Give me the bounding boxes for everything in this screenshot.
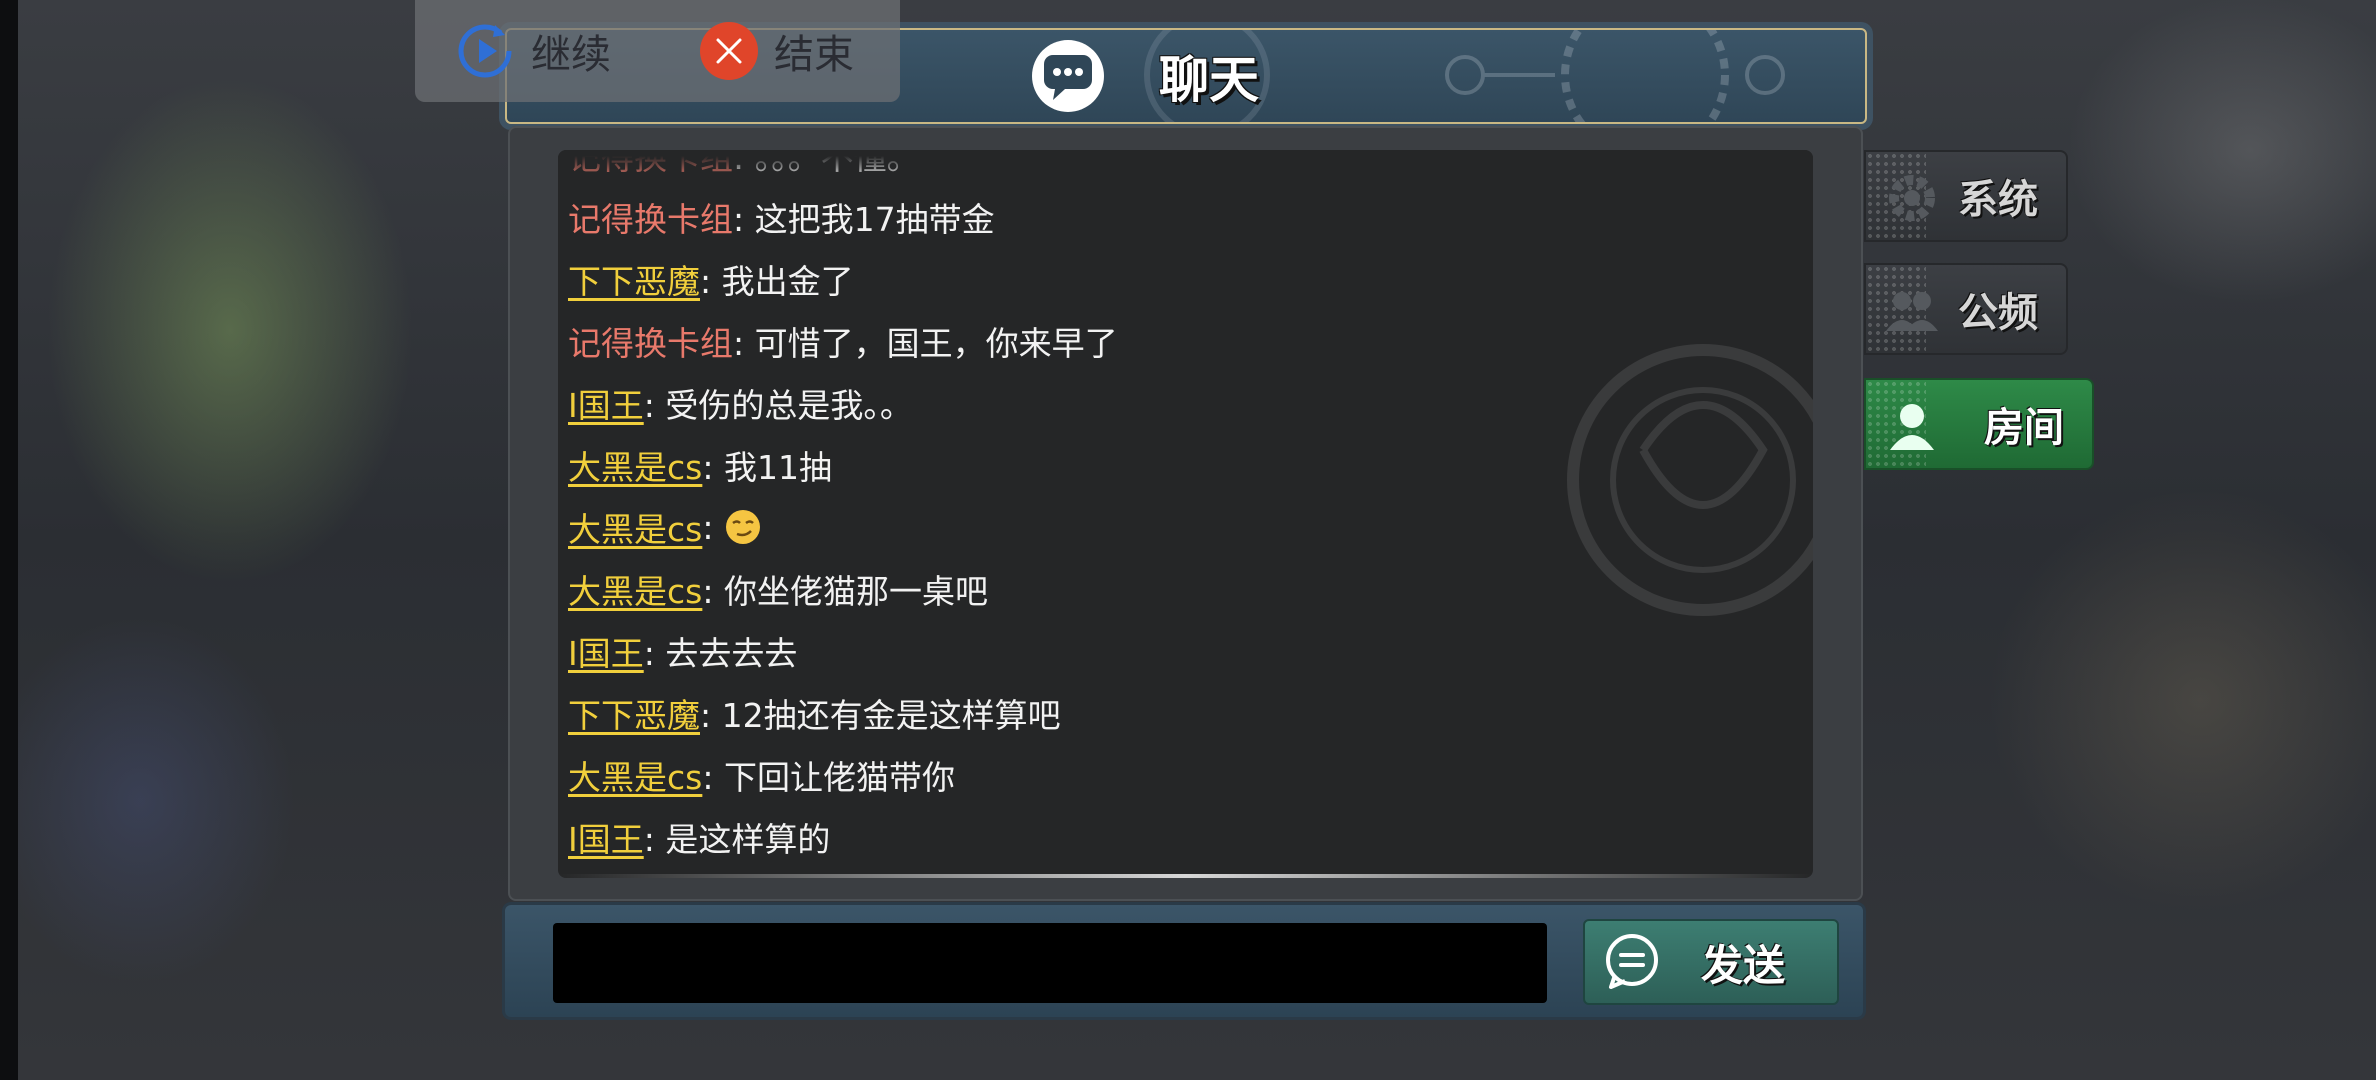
message-text: : 我11抽 [702, 448, 832, 487]
chat-message: 下下恶魔: 我出金了 [568, 248, 1768, 310]
chat-bubble-icon [1032, 40, 1104, 112]
chat-message: 大黑是cs: 你坐佬猫那一桌吧 [568, 558, 1768, 620]
message-text: : 是这样算的 [643, 820, 831, 859]
tab-system[interactable]: 系统 [1864, 150, 2068, 242]
message-text: : 去去去去 [643, 634, 798, 673]
sender-name[interactable]: 大黑是cs [568, 503, 702, 551]
sender-name[interactable]: 大黑是cs [568, 565, 702, 613]
chat-message: 大黑是cs: 下回让佬猫带你 [568, 744, 1768, 806]
replay-icon [458, 24, 512, 78]
sender-name: 记得换卡组 [568, 324, 733, 363]
message-text: : 你坐佬猫那一桌吧 [702, 572, 988, 611]
input-bar: 发送 [505, 905, 1863, 1017]
send-button[interactable]: 发送 [1583, 919, 1839, 1005]
gear-icon [1889, 175, 1935, 221]
chat-message: 大黑是cs: 我11抽 [568, 434, 1768, 496]
person-icon [1890, 404, 1934, 450]
message-text: : 下回让佬猫带你 [702, 758, 955, 797]
chat-message: 下下恶魔: 12抽还有金是这样算吧 [568, 682, 1768, 744]
end-label: 结束 [774, 32, 854, 78]
replay-control-bar: 继续 结束 [415, 0, 900, 102]
message-text: : 12抽还有金是这样算吧 [700, 696, 1061, 735]
continue-button[interactable]: 继续 [455, 18, 611, 84]
message-text: : [702, 507, 724, 547]
chat-message: 记得换卡组: 可惜了，国王，你来早了 [568, 310, 1768, 372]
sender-name[interactable]: 大黑是cs [568, 751, 702, 799]
speech-bubble-icon [1606, 934, 1658, 989]
header-ornament [1445, 30, 1785, 122]
sender-name[interactable]: I国王 [568, 813, 644, 861]
chat-panel: 记得换卡组: 。。。不懂。记得换卡组: 这把我17抽带金下下恶魔: 我出金了记得… [508, 126, 1863, 901]
smirk-emoji-icon [725, 510, 760, 544]
message-rows: 记得换卡组: 。。。不懂。记得换卡组: 这把我17抽带金下下恶魔: 我出金了记得… [568, 150, 1768, 868]
message-text: : 受伤的总是我。。 [643, 386, 913, 425]
bottom-divider [558, 874, 1813, 878]
tab-room-label: 房间 [1984, 405, 2064, 451]
continue-label: 继续 [531, 32, 611, 78]
page-title: 聊天 [1159, 51, 1259, 109]
sender-name[interactable]: 大黑是cs [568, 441, 702, 489]
group-icon [1886, 292, 1938, 331]
sender-name[interactable]: 下下恶魔 [568, 689, 700, 737]
chat-message: I国王: 去去去去 [568, 620, 1768, 682]
chat-message: I国王: 是这样算的 [568, 806, 1768, 868]
sender-name[interactable]: 下下恶魔 [568, 255, 700, 303]
tab-system-label: 系统 [1958, 177, 2038, 223]
message-text: : 我出金了 [700, 262, 854, 301]
chat-message: I国王: 受伤的总是我。。 [568, 372, 1768, 434]
screen-edge [0, 0, 18, 1080]
top-fade [558, 150, 1813, 180]
tab-public[interactable]: 公频 [1864, 263, 2068, 355]
send-label: 发送 [1701, 940, 1786, 990]
close-icon [700, 22, 758, 80]
chat-input[interactable] [553, 923, 1547, 1003]
tab-room[interactable]: 房间 [1864, 378, 2094, 470]
sender-name: 记得换卡组 [568, 200, 733, 239]
sender-name[interactable]: I国王 [568, 627, 644, 675]
chat-message: 大黑是cs: [568, 496, 1768, 558]
message-text: : 这把我17抽带金 [733, 200, 995, 239]
chat-message: 记得换卡组: 这把我17抽带金 [568, 186, 1768, 248]
tab-public-label: 公频 [1958, 290, 2038, 336]
end-button[interactable]: 结束 [700, 18, 854, 84]
message-text: : 可惜了，国王，你来早了 [733, 324, 1118, 363]
sender-name[interactable]: I国王 [568, 379, 644, 427]
message-list[interactable]: 记得换卡组: 。。。不懂。记得换卡组: 这把我17抽带金下下恶魔: 我出金了记得… [558, 150, 1813, 878]
